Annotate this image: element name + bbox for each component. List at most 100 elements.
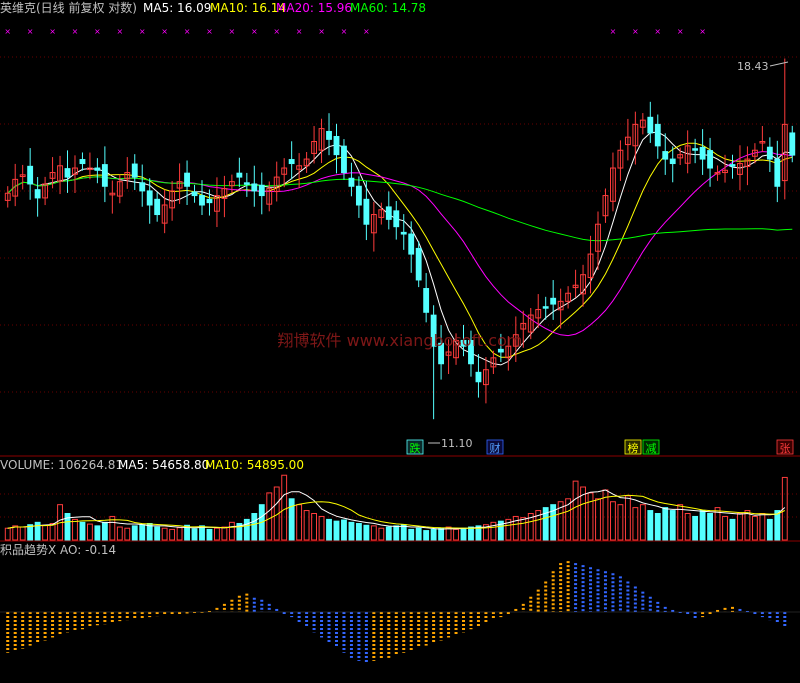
volume-bar-down (423, 530, 430, 541)
volume-bar-up (176, 527, 183, 541)
stock-chart-window: 英维克(日线 前复权 对数) MA5: 16.09 MA10: 16.14 MA… (0, 0, 800, 679)
signal-x-mark: × (677, 27, 684, 36)
signal-x-mark: × (273, 27, 280, 36)
volume-bar-up (303, 510, 310, 541)
signal-x-mark: × (296, 27, 303, 36)
volume-bar-up (12, 525, 19, 541)
candle-down (236, 172, 243, 178)
signal-x-mark: × (72, 27, 79, 36)
volume-bar-up (520, 517, 527, 541)
signal-x-mark: × (654, 27, 661, 36)
volume-bar-down (408, 528, 415, 541)
low-label: 11.10 (441, 437, 473, 450)
volume-bar-up (161, 527, 168, 541)
volume-bar-down (774, 510, 781, 541)
volume-grid (0, 493, 800, 518)
signal-cai[interactable]: 财 (490, 441, 501, 455)
volume-bar-down (131, 525, 138, 541)
volume-bar-up (86, 523, 93, 541)
candle-down (191, 191, 198, 197)
candle-down (542, 306, 549, 309)
volume-bar-down (438, 527, 445, 541)
price-legend: 英维克(日线 前复权 对数) MA5: 16.09 MA10: 16.14 MA… (0, 0, 426, 15)
volume-bars (4, 474, 788, 541)
candle-down (729, 164, 736, 167)
candle-down (27, 165, 34, 185)
candle-down (34, 189, 41, 199)
volume-bar-up (42, 524, 49, 541)
signal-bang[interactable]: 榜 (628, 441, 639, 455)
signal-x-mark: × (610, 27, 617, 36)
candle-down (206, 198, 213, 204)
candle-down (243, 182, 250, 185)
volume-bar-up (296, 504, 303, 541)
candle-down (199, 195, 205, 206)
volume-bar-down (101, 521, 108, 541)
volume-ma-lines (7, 489, 786, 530)
volume-bar-up (595, 498, 601, 541)
volume-legend: VOLUME: 106264.81 MA5: 54658.80 MA10: 54… (0, 458, 304, 472)
volume-bar-up (639, 504, 646, 541)
volume-bar-up (72, 518, 78, 541)
volume-bar-down (669, 510, 676, 541)
candle-down (184, 172, 190, 187)
ma60-readout: MA60: 14.78 (350, 1, 426, 15)
signal-jian[interactable]: 减 (646, 442, 657, 455)
volume-bar-up (49, 523, 56, 541)
moving-average-lines (7, 131, 793, 366)
volume-bar-down (79, 521, 86, 541)
signal-marks-row: × × × × × × × × × × × × × × × × × × × × × × (4, 27, 706, 36)
candle-down (423, 288, 430, 313)
signal-x-mark: × (318, 27, 325, 36)
volume-bar-down (654, 513, 661, 541)
volume-ma10-readout: MA10: 54895.00 (205, 458, 304, 472)
low-annotation: 11.10 (428, 437, 473, 450)
volume-bar-up (228, 521, 235, 541)
signal-die[interactable]: 跌 (410, 441, 421, 455)
candle-down (774, 158, 781, 187)
candle-down (139, 182, 146, 192)
volume-bar-down (288, 498, 295, 541)
signal-x-mark: × (49, 27, 56, 36)
candle-down (789, 132, 796, 156)
volume-bar-up (624, 495, 631, 541)
candle-down (400, 231, 407, 235)
candle-down (341, 145, 347, 174)
signal-x-mark: × (116, 27, 123, 36)
volume-bar-down (139, 524, 146, 541)
volume-bar-down (430, 528, 437, 541)
signal-x-mark: × (229, 27, 236, 36)
volume-bar-up (318, 515, 325, 541)
candle-down (101, 164, 108, 187)
signal-x-mark: × (341, 27, 348, 36)
chart-canvas[interactable]: 英维克(日线 前复权 对数) MA5: 16.09 MA10: 16.14 MA… (0, 0, 800, 679)
candle-down (393, 210, 400, 228)
signal-x-mark: × (139, 27, 146, 36)
volume-bar-up (610, 501, 616, 541)
volume-bar-down (460, 527, 467, 541)
candle-down (692, 148, 699, 151)
ma60-line (7, 176, 793, 242)
high-label: 18.43 (737, 60, 769, 73)
candle-down (707, 150, 714, 169)
signal-zhang[interactable]: 张 (780, 442, 791, 455)
volume-bar-down (729, 518, 736, 541)
volume-bar-up (281, 474, 288, 541)
volume-bar-down (400, 524, 407, 541)
volume-bar-down (699, 510, 706, 541)
candlesticks (4, 58, 796, 420)
candle-down (669, 158, 676, 165)
volume-bar-up (169, 528, 176, 541)
volume-bar-up (722, 515, 728, 541)
volume-bar-up (311, 513, 318, 541)
volume-bar-down (647, 510, 654, 541)
volume-bar-down (707, 513, 714, 541)
ao-indicator (0, 561, 800, 663)
volume-bar-up (572, 480, 579, 541)
volume-bar-down (348, 521, 355, 541)
volume-bar-up (737, 513, 743, 541)
volume-bar-up (266, 492, 273, 541)
volume-bar-up (684, 513, 691, 541)
ma10-readout: MA10: 16.14 (210, 1, 286, 15)
volume-title: VOLUME: 106264.81 (0, 458, 123, 472)
